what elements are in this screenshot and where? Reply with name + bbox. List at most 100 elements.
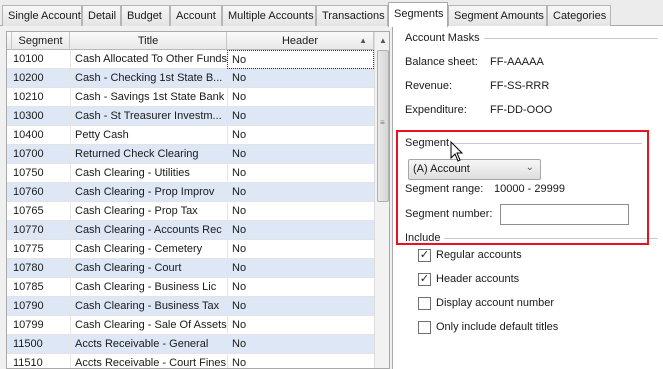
title-cell[interactable]: Accts Receivable - General [70, 335, 227, 354]
segment-cell[interactable]: 10785 [9, 278, 70, 297]
header-cell[interactable]: No [227, 335, 374, 354]
table-row[interactable]: 10200 Cash - Checking 1st State B... No [7, 69, 374, 88]
display-account-number-label: Display account number [436, 297, 555, 309]
header-cell[interactable]: No [227, 145, 374, 164]
header-cell[interactable]: No [227, 297, 374, 316]
regular-accounts-checkbox[interactable]: ✓ [418, 249, 431, 262]
header-cell[interactable]: No [227, 183, 374, 202]
table-row[interactable]: 11510 Accts Receivable - Court Fines No [7, 354, 374, 368]
segment-cell[interactable]: 10780 [9, 259, 70, 278]
column-header-title[interactable]: Title [70, 32, 227, 50]
header-cell[interactable]: No [227, 50, 374, 69]
segment-cell[interactable]: 11510 [9, 354, 70, 368]
segment-cell[interactable]: 10760 [9, 183, 70, 202]
segment-cell[interactable]: 10700 [9, 145, 70, 164]
vertical-scrollbar[interactable]: ▲ ≡ [374, 32, 389, 368]
title-cell[interactable]: Cash Clearing - Business Tax [70, 297, 227, 316]
tab-categories[interactable]: Categories [547, 5, 611, 26]
header-cell[interactable]: No [227, 316, 374, 335]
header-accounts-label: Header accounts [436, 273, 520, 285]
only-default-titles-checkbox[interactable] [418, 321, 431, 334]
segment-number-input[interactable] [500, 204, 629, 225]
table-row[interactable]: 10100 Cash Allocated To Other Funds No [7, 50, 374, 69]
tab-single-account[interactable]: Single Account [2, 5, 82, 26]
column-header-segment[interactable]: Segment [12, 32, 70, 50]
include-group-title: Include [405, 232, 445, 244]
tab-multiple-accounts[interactable]: Multiple Accounts [222, 5, 316, 26]
scroll-up-icon[interactable]: ▲ [375, 32, 389, 49]
tab-segment-amounts[interactable]: Segment Amounts [448, 5, 547, 26]
table-row[interactable]: 10799 Cash Clearing - Sale Of Assets No [7, 316, 374, 335]
header-cell[interactable]: No [227, 221, 374, 240]
segment-cell[interactable]: 10790 [9, 297, 70, 316]
table-row[interactable]: 11500 Accts Receivable - General No [7, 335, 374, 354]
segment-cell[interactable]: 10100 [9, 50, 70, 69]
title-cell[interactable]: Cash - Savings 1st State Bank [70, 88, 227, 107]
table-row[interactable]: 10400 Petty Cash No [7, 126, 374, 145]
header-cell[interactable]: No [227, 107, 374, 126]
header-cell[interactable]: No [227, 259, 374, 278]
title-cell[interactable]: Cash Clearing - Utilities [70, 164, 227, 183]
header-cell[interactable]: No [227, 240, 374, 259]
tab-transactions[interactable]: Transactions [316, 5, 388, 26]
segment-group-title: Segment [405, 137, 454, 149]
segment-cell[interactable]: 10775 [9, 240, 70, 259]
tab-detail[interactable]: Detail [82, 5, 121, 26]
tab-strip: Single Account Detail Budget Account Mul… [0, 0, 663, 27]
segment-cell[interactable]: 10300 [9, 107, 70, 126]
tab-budget[interactable]: Budget [121, 5, 170, 26]
title-cell[interactable]: Cash Clearing - Prop Tax [70, 202, 227, 221]
title-cell[interactable]: Cash Clearing - Accounts Rec [70, 221, 227, 240]
header-cell[interactable]: No [227, 278, 374, 297]
segment-cell[interactable]: 10799 [9, 316, 70, 335]
include-divider [444, 238, 658, 239]
segment-cell[interactable]: 10765 [9, 202, 70, 221]
title-cell[interactable]: Accts Receivable - Court Fines [70, 354, 227, 368]
table-row[interactable]: 10775 Cash Clearing - Cemetery No [7, 240, 374, 259]
header-accounts-checkbox[interactable]: ✓ [418, 273, 431, 286]
segment-select[interactable]: (A) Account ⌄ [408, 159, 541, 180]
segment-cell[interactable]: 10770 [9, 221, 70, 240]
column-header-header[interactable]: Header ▲ [227, 32, 374, 50]
title-cell[interactable]: Cash Clearing - Sale Of Assets [70, 316, 227, 335]
segment-cell[interactable]: 11500 [9, 335, 70, 354]
scrollbar-thumb[interactable]: ≡ [377, 50, 389, 202]
title-cell[interactable]: Cash Allocated To Other Funds [70, 50, 227, 69]
header-cell[interactable]: No [227, 164, 374, 183]
segment-cell[interactable]: 10400 [9, 126, 70, 145]
title-cell[interactable]: Returned Check Clearing [70, 145, 227, 164]
header-cell[interactable]: No [227, 88, 374, 107]
table-row[interactable]: 10780 Cash Clearing - Court No [7, 259, 374, 278]
grid-rows: 10100 Cash Allocated To Other Funds No 1020… [7, 50, 374, 368]
segment-select-value: (A) Account [413, 163, 470, 175]
header-cell[interactable]: No [227, 354, 374, 368]
expenditure-value: FF-DD-OOO [490, 104, 553, 116]
header-cell[interactable]: No [227, 126, 374, 145]
header-cell[interactable]: No [227, 202, 374, 221]
segment-cell[interactable]: 10750 [9, 164, 70, 183]
segment-cell[interactable]: 10200 [9, 69, 70, 88]
table-row[interactable]: 10765 Cash Clearing - Prop Tax No [7, 202, 374, 221]
table-row[interactable]: 10210 Cash - Savings 1st State Bank No [7, 88, 374, 107]
title-cell[interactable]: Cash Clearing - Business Lic [70, 278, 227, 297]
table-row[interactable]: 10700 Returned Check Clearing No [7, 145, 374, 164]
balance-sheet-label: Balance sheet: [405, 56, 478, 68]
table-row[interactable]: 10300 Cash - St Treasurer Investm... No [7, 107, 374, 126]
title-cell[interactable]: Petty Cash [70, 126, 227, 145]
header-cell[interactable]: No [227, 69, 374, 88]
table-row[interactable]: 10750 Cash Clearing - Utilities No [7, 164, 374, 183]
segment-cell[interactable]: 10210 [9, 88, 70, 107]
tab-segments[interactable]: Segments [388, 2, 448, 27]
table-row[interactable]: 10790 Cash Clearing - Business Tax No [7, 297, 374, 316]
title-cell[interactable]: Cash - Checking 1st State B... [70, 69, 227, 88]
title-cell[interactable]: Cash Clearing - Court [70, 259, 227, 278]
tab-account[interactable]: Account [170, 5, 222, 26]
display-account-number-checkbox[interactable] [418, 297, 431, 310]
segment-options-panel [392, 26, 663, 369]
table-row[interactable]: 10770 Cash Clearing - Accounts Rec No [7, 221, 374, 240]
title-cell[interactable]: Cash Clearing - Cemetery [70, 240, 227, 259]
title-cell[interactable]: Cash Clearing - Prop Improv [70, 183, 227, 202]
table-row[interactable]: 10760 Cash Clearing - Prop Improv No [7, 183, 374, 202]
title-cell[interactable]: Cash - St Treasurer Investm... [70, 107, 227, 126]
table-row[interactable]: 10785 Cash Clearing - Business Lic No [7, 278, 374, 297]
